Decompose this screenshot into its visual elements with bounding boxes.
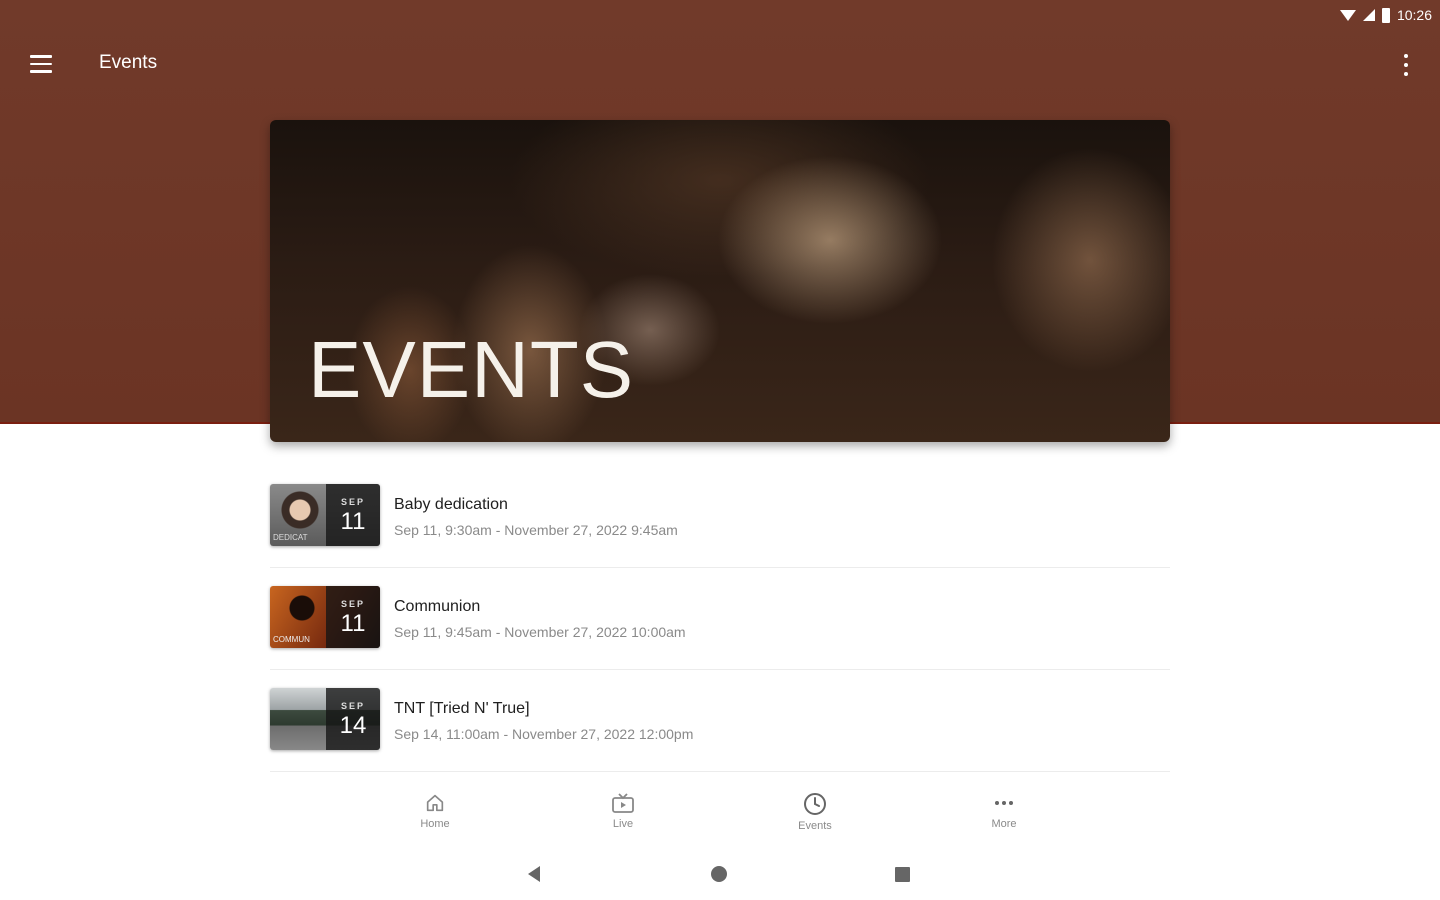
date-day: 11: [340, 508, 366, 535]
events-hero-banner: EVENTS: [270, 120, 1170, 442]
app-bar: Events: [0, 36, 1440, 92]
date-badge: SEP 11: [326, 586, 380, 648]
nav-more[interactable]: More: [964, 792, 1044, 830]
date-day: 11: [340, 610, 366, 637]
event-time: Sep 11, 9:30am - November 27, 2022 9:45a…: [394, 522, 678, 538]
event-time: Sep 14, 11:00am - November 27, 2022 12:0…: [394, 726, 694, 742]
thumbnail-caption: COMMUN: [273, 635, 310, 644]
event-thumbnail: COMMUN SEP 11: [270, 586, 380, 648]
event-list-item[interactable]: DEDICAT SEP 11 Baby dedication Sep 11, 9…: [270, 466, 1170, 568]
bottom-navigation: Home Live Events More: [0, 784, 1440, 844]
event-time: Sep 11, 9:45am - November 27, 2022 10:00…: [394, 624, 686, 640]
hamburger-menu-icon[interactable]: [30, 55, 52, 73]
event-thumbnail: DEDICAT SEP 11: [270, 484, 380, 546]
nav-live[interactable]: Live: [583, 792, 663, 830]
event-title: Communion: [394, 598, 481, 615]
hero-title: EVENTS: [308, 325, 635, 414]
nav-events[interactable]: Events: [775, 792, 855, 832]
overflow-menu-icon[interactable]: [1396, 54, 1416, 76]
date-month: SEP: [340, 497, 365, 507]
nav-home-label: Home: [420, 818, 450, 830]
event-thumbnail: SEP 14: [270, 688, 380, 750]
page-title: Events: [99, 52, 158, 73]
date-badge: SEP 14: [326, 688, 380, 750]
date-day: 14: [339, 712, 367, 739]
clock-icon: [804, 793, 826, 815]
status-time: 10:26: [1396, 7, 1432, 23]
back-icon[interactable]: [528, 866, 540, 882]
status-bar: 10:26: [1140, 0, 1440, 30]
nav-live-label: Live: [612, 818, 634, 830]
date-month: SEP: [340, 701, 365, 711]
event-title: Baby dedication: [394, 496, 508, 513]
live-tv-icon: [612, 793, 634, 813]
event-title: TNT [Tried N' True]: [394, 700, 530, 717]
home-circle-icon[interactable]: [711, 866, 727, 882]
nav-more-label: More: [991, 818, 1017, 830]
event-list-item[interactable]: COMMUN SEP 11 Communion Sep 11, 9:45am -…: [270, 568, 1170, 670]
more-horizontal-icon: [995, 801, 1013, 805]
event-list: DEDICAT SEP 11 Baby dedication Sep 11, 9…: [270, 466, 1170, 772]
signal-icon: [1362, 9, 1375, 21]
system-navigation-bar: [0, 852, 1440, 896]
nav-home[interactable]: Home: [395, 792, 475, 830]
nav-events-label: Events: [798, 820, 832, 832]
thumbnail-caption: DEDICAT: [273, 533, 308, 542]
date-month: SEP: [340, 599, 365, 609]
date-badge: SEP 11: [326, 484, 380, 546]
battery-icon: [1381, 7, 1390, 23]
recent-apps-icon[interactable]: [895, 867, 910, 882]
wifi-icon: [1339, 9, 1356, 21]
event-list-item[interactable]: SEP 14 TNT [Tried N' True] Sep 14, 11:00…: [270, 670, 1170, 772]
home-icon: [426, 794, 444, 812]
